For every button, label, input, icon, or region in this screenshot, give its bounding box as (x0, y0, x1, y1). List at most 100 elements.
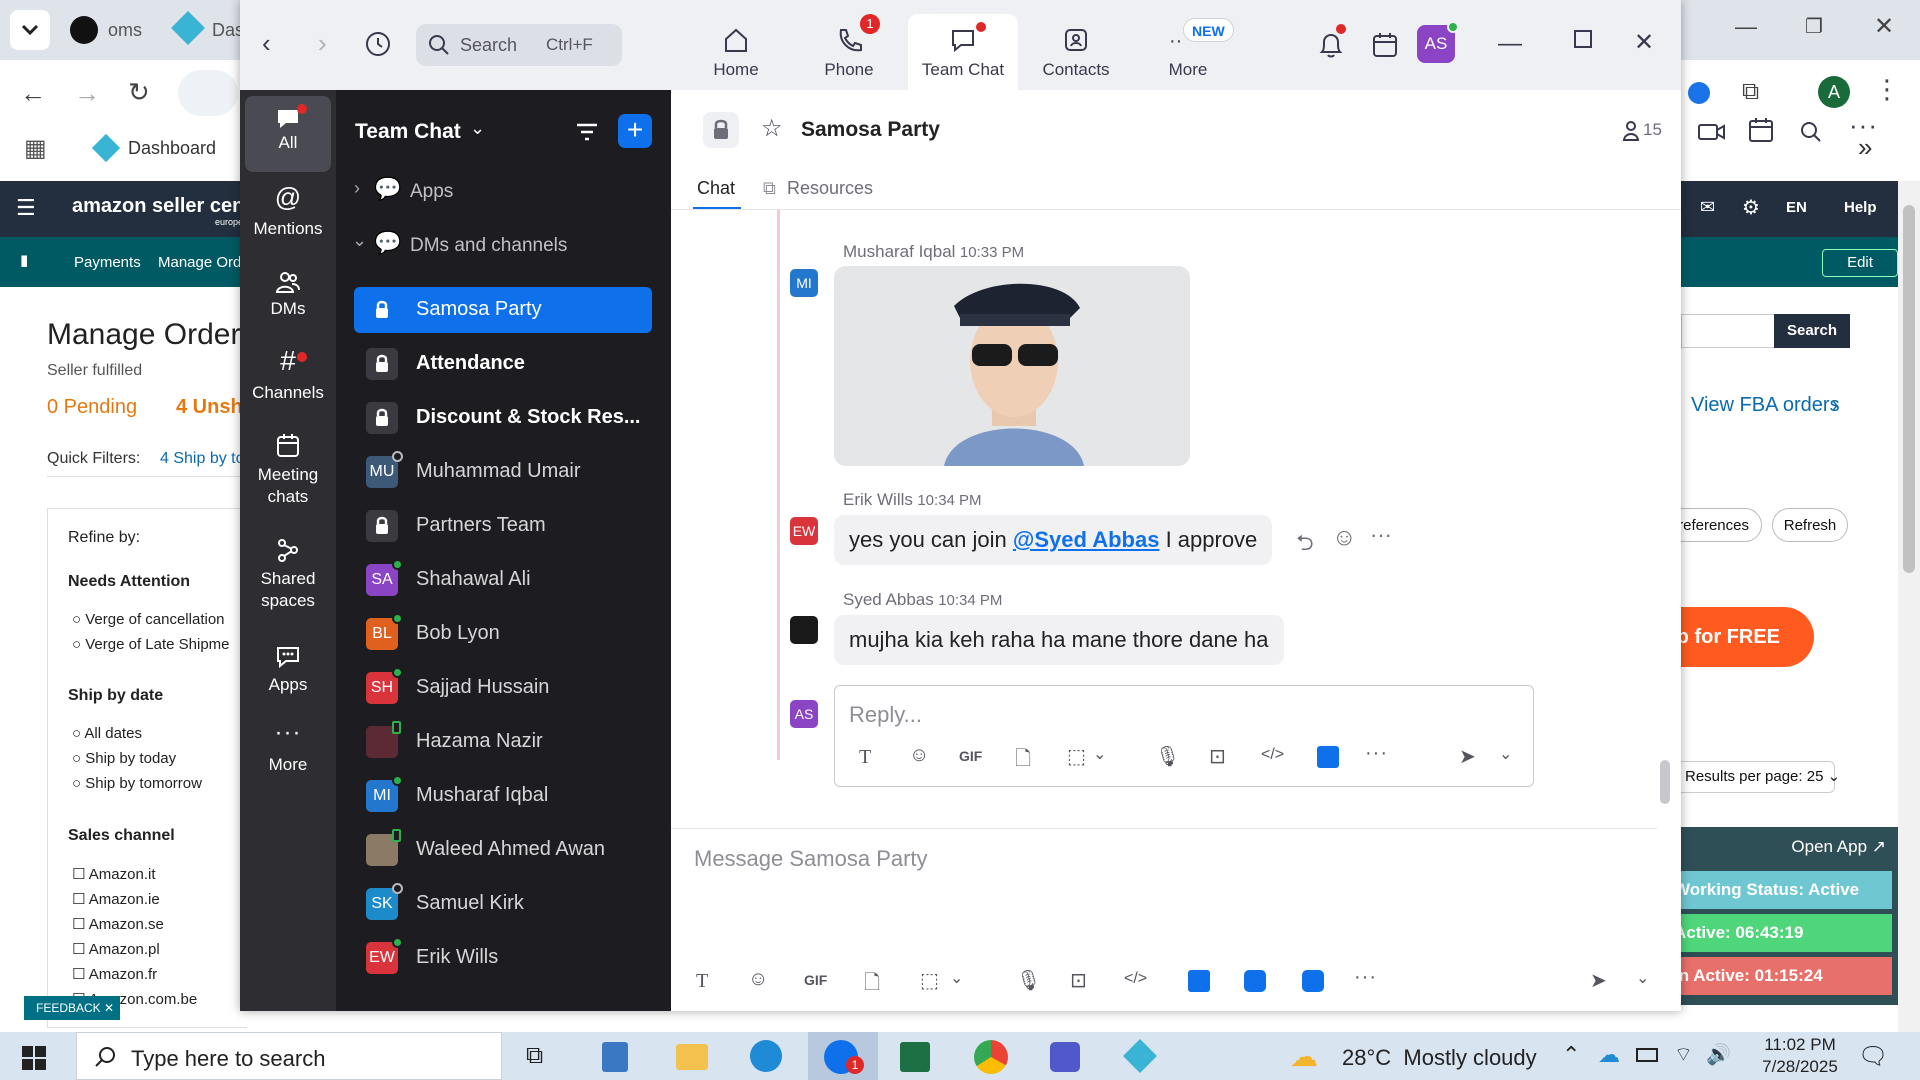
refresh-button[interactable]: Refresh (1772, 508, 1848, 542)
section-dms-channels[interactable]: ⌄ 💬 DMs and channels (350, 224, 650, 266)
nav-home[interactable]: Home (681, 14, 791, 90)
open-app-link[interactable]: Open App ↗ (1791, 837, 1886, 857)
browser-menu-icon[interactable]: ⋮ (1874, 74, 1900, 105)
history-icon[interactable] (364, 30, 392, 58)
excel-app-icon[interactable] (900, 1042, 930, 1072)
sender-name[interactable]: Musharaf Iqbal (843, 242, 955, 261)
channel-item[interactable]: SA Shahawal Ali (354, 557, 652, 603)
edit-button[interactable]: Edit (1822, 249, 1898, 277)
screenshot-icon[interactable]: ⬚ (920, 968, 939, 993)
star-icon[interactable]: ☆ (761, 114, 783, 143)
zoom-taskbar-button[interactable]: 1 (808, 1032, 878, 1080)
bookmark-icon[interactable]: ▮ (20, 251, 28, 269)
more-options-icon[interactable]: ··· (1365, 742, 1388, 765)
chevron-down-icon[interactable]: ⌄ (1636, 968, 1649, 988)
chevron-down-icon[interactable]: ⌄ (1499, 744, 1512, 764)
app-icon[interactable] (1123, 1039, 1157, 1073)
channel-item[interactable]: SH Sajjad Hussain (354, 665, 652, 711)
tab-list-button[interactable] (10, 10, 50, 50)
rail-mentions[interactable]: @ Mentions (245, 184, 331, 256)
back-icon[interactable]: ‹ (262, 28, 271, 59)
address-bar[interactable] (178, 70, 238, 116)
calendar-icon[interactable] (1370, 30, 1400, 60)
minimize-window-icon[interactable]: — (1735, 14, 1757, 40)
section-apps[interactable]: › 💬 Apps (350, 170, 650, 212)
onedrive-icon[interactable]: ☁ (1598, 1042, 1620, 1068)
rail-shared-spaces[interactable]: Shared spaces (245, 536, 331, 630)
settings-gear-icon[interactable]: ⚙ (1742, 195, 1760, 220)
hamburger-menu-icon[interactable]: ☰ (16, 195, 36, 221)
code-icon[interactable]: </> (1261, 746, 1284, 764)
extensions-puzzle-icon[interactable]: ⧉ (1742, 78, 1759, 106)
avatar[interactable] (790, 616, 818, 644)
format-text-icon[interactable]: T (859, 746, 871, 769)
checkbox-option[interactable]: ☐ Amazon.pl (72, 940, 160, 958)
avatar[interactable]: EW (790, 517, 818, 545)
reply-input[interactable]: Reply... (849, 702, 922, 728)
format-text-icon[interactable]: T (696, 970, 708, 993)
emoji-icon[interactable]: ☺ (748, 968, 768, 991)
gif-icon[interactable]: GIF (804, 972, 827, 988)
amazon-logo[interactable]: amazon seller central (72, 195, 242, 218)
rail-more[interactable]: ··· More (245, 721, 331, 792)
search-icon[interactable] (1799, 120, 1823, 144)
notification-center-icon[interactable]: 🗨 (1858, 1042, 1888, 1071)
mail-icon[interactable]: ✉ (1700, 197, 1715, 218)
tab-resources[interactable]: ⧉ Resources (763, 174, 883, 210)
message-input[interactable]: Message Samosa Party (694, 846, 928, 872)
nav-payments[interactable]: Payments (74, 254, 141, 271)
channel-item[interactable]: MU Muhammad Umair (354, 449, 652, 495)
channel-item[interactable]: Samosa Party (354, 287, 652, 333)
panel-title[interactable]: Team Chat (355, 120, 461, 144)
channel-item[interactable]: BL Bob Lyon (354, 611, 652, 657)
sender-name[interactable]: Erik Wills (843, 490, 913, 509)
close-window-icon[interactable]: ✕ (1874, 12, 1894, 41)
file-icon[interactable]: 🗋 (864, 968, 880, 1002)
profile-avatar[interactable]: A (1818, 76, 1850, 108)
more-options-icon[interactable]: ··· (1849, 110, 1878, 141)
gif-image[interactable] (834, 266, 1190, 466)
battery-icon[interactable] (1636, 1048, 1658, 1062)
minimize-icon[interactable]: — (1498, 30, 1522, 58)
task-view-icon[interactable]: ⧉ (526, 1042, 543, 1070)
search-button[interactable]: Search (1774, 314, 1850, 348)
rail-meeting-chats[interactable]: Meeting chats (245, 432, 331, 526)
windows-start-icon[interactable] (22, 1046, 46, 1070)
close-icon[interactable]: ✕ (1634, 28, 1654, 57)
send-icon[interactable]: ➤ (1590, 968, 1607, 993)
nav-more[interactable]: ·· NEW More (1133, 14, 1243, 90)
tab-unshipped[interactable]: 4 Unsh (176, 396, 243, 419)
gif-icon[interactable]: GIF (959, 748, 982, 764)
checkbox-option[interactable]: ☐ Amazon.se (72, 915, 164, 933)
nav-manage-orders[interactable]: Manage Ord (158, 254, 241, 271)
add-reaction-icon[interactable]: ☺ (1332, 524, 1357, 552)
avatar[interactable]: MI (790, 269, 818, 297)
weather-text[interactable]: 28°C Mostly cloudy (1342, 1045, 1537, 1071)
calendar-icon[interactable] (1747, 116, 1775, 144)
nav-contacts[interactable]: Contacts (1021, 14, 1131, 90)
channel-item[interactable]: EW Erik Wills (354, 935, 652, 981)
weather-icon[interactable]: ☁ (1290, 1040, 1318, 1073)
channel-item[interactable]: MI Musharaf Iqbal (354, 773, 652, 819)
nav-phone[interactable]: 1 Phone (794, 14, 904, 90)
nav-team-chat[interactable]: Team Chat (908, 14, 1018, 90)
extension-icon[interactable] (1688, 82, 1710, 104)
docs-icon[interactable] (1302, 970, 1324, 992)
edge-browser-icon[interactable] (750, 1040, 782, 1072)
back-icon[interactable]: ← (20, 78, 46, 109)
microphone-icon[interactable]: 🎙 (1155, 744, 1180, 769)
checkbox-option[interactable]: ☐ Amazon.ie (72, 890, 160, 908)
send-icon[interactable]: ➤ (1459, 744, 1476, 769)
chevron-down-icon[interactable]: ⌄ (1093, 744, 1106, 764)
member-count[interactable]: 15 (1643, 120, 1662, 140)
wifi-icon[interactable]: ⌔ (1674, 1042, 1693, 1067)
chevron-up-icon[interactable]: ⌃ (1562, 1042, 1580, 1068)
new-chat-button[interactable]: + (618, 114, 652, 148)
checkbox-option[interactable]: ☐ Amazon.fr (72, 965, 157, 983)
bookmark-dashboard[interactable]: Dashboard (128, 138, 216, 159)
file-icon[interactable]: 🗋 (1015, 744, 1031, 778)
tab-label[interactable]: oms (108, 20, 142, 41)
restore-window-icon[interactable]: ❐ (1805, 14, 1823, 39)
whiteboard-icon[interactable] (1244, 970, 1266, 992)
chat-scrollbar-thumb[interactable] (1660, 760, 1670, 804)
